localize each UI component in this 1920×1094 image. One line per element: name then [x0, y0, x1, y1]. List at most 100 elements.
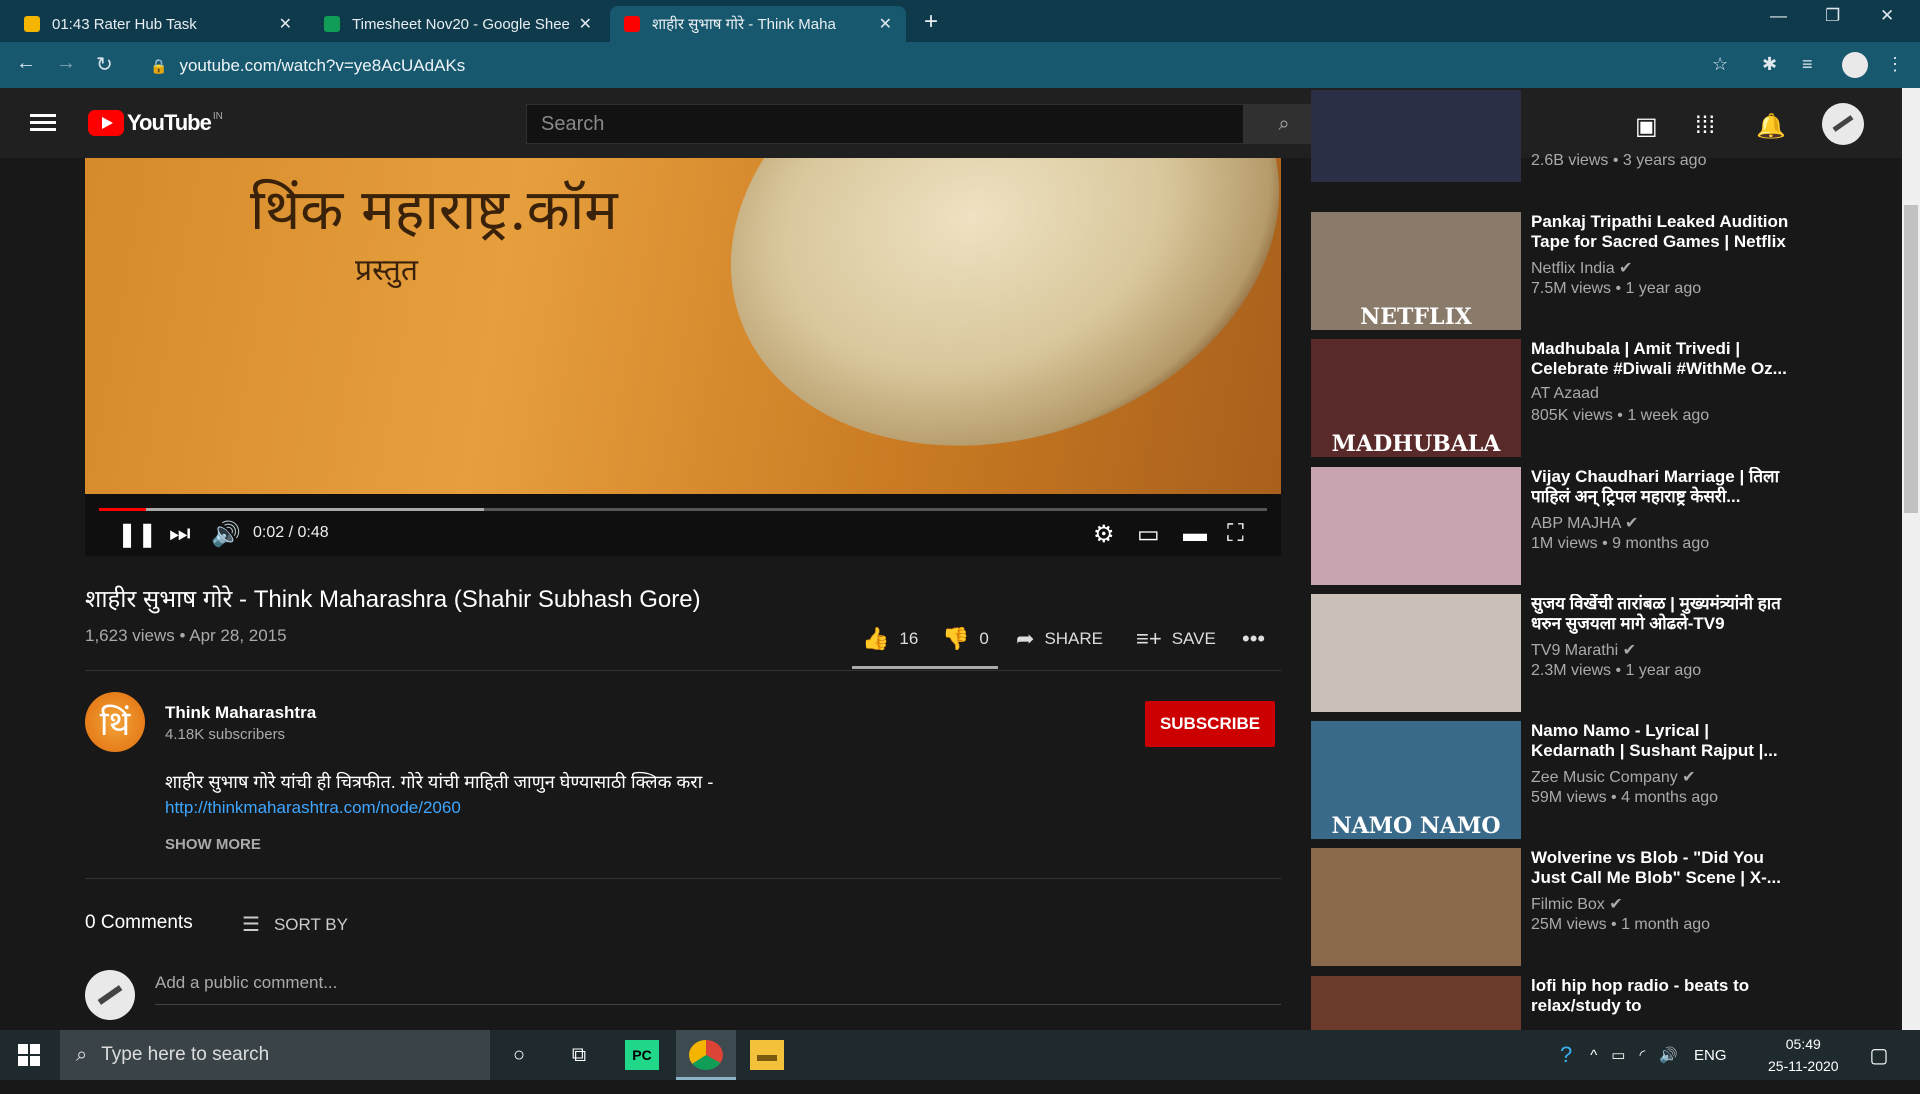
- speaker-icon[interactable]: 🔊: [1659, 1046, 1678, 1064]
- recommended-channel[interactable]: Filmic Box ✔: [1531, 894, 1623, 914]
- video-thumbnail[interactable]: [1311, 467, 1521, 585]
- recommended-channel[interactable]: TV9 Marathi ✔: [1531, 640, 1636, 660]
- youtube-logo[interactable]: YouTube IN: [88, 110, 223, 136]
- close-tab-icon[interactable]: ✕: [279, 14, 292, 34]
- file-explorer-icon[interactable]: ▬: [750, 1040, 784, 1070]
- search-input[interactable]: Search: [526, 104, 1244, 144]
- progress-bar[interactable]: [99, 508, 1267, 511]
- tab-rater-hub[interactable]: 01:43 Rater Hub Task ✕: [10, 6, 306, 42]
- fullscreen-icon[interactable]: ⛶: [1227, 520, 1244, 548]
- pause-icon[interactable]: ❚❚: [117, 520, 157, 549]
- media-queue-icon[interactable]: ≡: [1802, 54, 1813, 75]
- recommended-title[interactable]: सुजय विखेंची तारांबळ | मुख्यमंत्र्यांनी …: [1531, 594, 1791, 634]
- profile-icon[interactable]: [1842, 52, 1868, 78]
- forward-icon[interactable]: →: [56, 52, 76, 75]
- recommended-channel[interactable]: Netflix India ✔: [1531, 258, 1632, 278]
- close-tab-icon[interactable]: ✕: [879, 14, 892, 34]
- youtube-favicon-icon: [624, 16, 640, 32]
- recommended-title[interactable]: Pankaj Tripathi Leaked Audition Tape for…: [1531, 212, 1791, 252]
- dislike-button[interactable]: 👎 0: [942, 626, 989, 652]
- share-button[interactable]: ➦ SHARE: [1016, 626, 1103, 652]
- recommended-video[interactable]: NAMO NAMO Namo Namo - Lyrical | Kedarnath…: [1311, 721, 1791, 839]
- tab-youtube[interactable]: शाहीर सुभाष गोरे - Think Maha ✕: [610, 6, 906, 42]
- menu-dots-icon[interactable]: ⋮: [1886, 54, 1904, 75]
- subscriber-count: 4.18K subscribers: [165, 726, 286, 743]
- tray-chevron-icon[interactable]: ^: [1590, 1047, 1597, 1064]
- recommended-video[interactable]: MADHUBALA Madhubala | Amit Trivedi | Cele…: [1311, 339, 1791, 457]
- youtube-play-icon: [88, 110, 124, 136]
- recommended-title[interactable]: Wolverine vs Blob - "Did You Just Call M…: [1531, 848, 1791, 888]
- share-label: SHARE: [1044, 629, 1104, 648]
- channel-avatar[interactable]: थिं: [85, 692, 145, 752]
- restore-icon[interactable]: ❐: [1825, 6, 1840, 26]
- wifi-icon[interactable]: ◜: [1639, 1046, 1645, 1064]
- video-player[interactable]: थिंक महाराष्ट्र.कॉम प्रस्तुत: [85, 158, 1281, 494]
- video-thumbnail[interactable]: [1311, 848, 1521, 966]
- video-thumbnail[interactable]: NETFLIX: [1311, 212, 1521, 330]
- chrome-icon: [689, 1040, 723, 1070]
- progress-played: [99, 508, 146, 511]
- bookmark-star-icon[interactable]: ☆: [1712, 54, 1728, 75]
- close-window-icon[interactable]: ✕: [1880, 6, 1894, 26]
- lock-icon: 🔒: [150, 57, 168, 74]
- taskbar-search-input[interactable]: ⌕ Type here to search: [60, 1030, 490, 1080]
- recommended-title[interactable]: Vijay Chaudhari Marriage | तिला पाहिलं अ…: [1531, 467, 1791, 507]
- language-indicator[interactable]: ENG: [1694, 1047, 1727, 1064]
- taskbar-clock[interactable]: 05:49 25-11-2020: [1768, 1033, 1839, 1077]
- comment-input[interactable]: Add a public comment...: [155, 973, 1281, 1005]
- close-tab-icon[interactable]: ✕: [579, 14, 592, 34]
- cortana-icon[interactable]: ○: [502, 1040, 536, 1070]
- windows-start-icon[interactable]: [18, 1044, 40, 1066]
- recommended-video[interactable]: सुजय विखेंची तारांबळ | मुख्यमंत्र्यांनी …: [1311, 594, 1791, 712]
- recommended-channel[interactable]: Zee Music Company ✔: [1531, 767, 1696, 787]
- subscribe-label: SUBSCRIBE: [1159, 714, 1261, 733]
- task-view-icon[interactable]: ⧉: [562, 1040, 596, 1070]
- sort-icon: ☰: [242, 914, 260, 936]
- video-thumbnail[interactable]: [1311, 976, 1521, 1030]
- description-link[interactable]: http://thinkmaharashtra.com/node/2060: [165, 798, 461, 818]
- recommended-title[interactable]: Madhubala | Amit Trivedi | Celebrate #Di…: [1531, 339, 1791, 379]
- more-actions-button[interactable]: •••: [1242, 626, 1275, 652]
- video-meta: 1,623 views • Apr 28, 2015: [85, 626, 287, 645]
- recommended-channel[interactable]: ABP MAJHA ✔: [1531, 513, 1638, 533]
- video-thumbnail[interactable]: NAMO NAMO: [1311, 721, 1521, 839]
- new-tab-icon[interactable]: +: [924, 8, 938, 36]
- recommended-video[interactable]: NETFLIX Pankaj Tripathi Leaked Audition T…: [1311, 212, 1791, 330]
- tab-timesheet[interactable]: Timesheet Nov20 - Google Sheets ✕: [310, 6, 606, 42]
- theater-mode-icon[interactable]: ▬: [1183, 520, 1207, 548]
- video-title: शाहीर सुभाष गोरे - Think Maharashra (Sha…: [85, 586, 701, 613]
- minimize-icon[interactable]: —: [1770, 6, 1787, 26]
- notifications-center-icon[interactable]: ▢: [1862, 1040, 1896, 1070]
- video-thumbnail[interactable]: MADHUBALA: [1311, 339, 1521, 457]
- help-icon[interactable]: ?: [1560, 1042, 1572, 1068]
- recommended-channel[interactable]: AT Azaad: [1531, 385, 1599, 403]
- recommended-title[interactable]: Namo Namo - Lyrical | Kedarnath | Sushan…: [1531, 721, 1791, 761]
- save-button[interactable]: ≡+ SAVE: [1136, 626, 1216, 652]
- next-icon[interactable]: ⏭: [169, 520, 191, 548]
- volume-icon[interactable]: 🔊: [211, 520, 241, 549]
- back-icon[interactable]: ←: [16, 52, 36, 75]
- settings-gear-icon[interactable]: ⚙: [1093, 520, 1115, 549]
- recommended-video[interactable]: 2.6B views • 3 years ago: [1311, 90, 1791, 202]
- recommended-video[interactable]: Wolverine vs Blob - "Did You Just Call M…: [1311, 848, 1791, 966]
- sort-comments-button[interactable]: ☰ SORT BY: [242, 912, 348, 937]
- miniplayer-icon[interactable]: ▭: [1137, 520, 1160, 549]
- scrollbar-thumb[interactable]: [1904, 205, 1918, 513]
- show-more-button[interactable]: SHOW MORE: [165, 836, 261, 853]
- pycharm-icon[interactable]: PC: [625, 1040, 659, 1070]
- video-thumbnail[interactable]: [1311, 90, 1521, 182]
- channel-name[interactable]: Think Maharashtra: [165, 703, 316, 723]
- battery-icon[interactable]: ▭: [1611, 1046, 1625, 1064]
- comment-placeholder: Add a public comment...: [155, 973, 338, 992]
- video-thumbnail[interactable]: [1311, 594, 1521, 712]
- extensions-icon[interactable]: ✱: [1762, 54, 1777, 75]
- account-avatar[interactable]: [1822, 103, 1864, 145]
- recommended-video[interactable]: Vijay Chaudhari Marriage | तिला पाहिलं अ…: [1311, 467, 1791, 585]
- hamburger-menu-icon[interactable]: [30, 114, 56, 132]
- user-avatar: [85, 970, 135, 1020]
- recommended-title[interactable]: lofi hip hop radio - beats to relax/stud…: [1531, 976, 1791, 1016]
- subscribe-button[interactable]: SUBSCRIBE: [1145, 701, 1275, 747]
- reload-icon[interactable]: ↻: [96, 52, 113, 77]
- url-field[interactable]: 🔒 youtube.com/watch?v=ye8AcUAdAKs: [150, 51, 1750, 81]
- like-button[interactable]: 👍 16: [862, 626, 918, 652]
